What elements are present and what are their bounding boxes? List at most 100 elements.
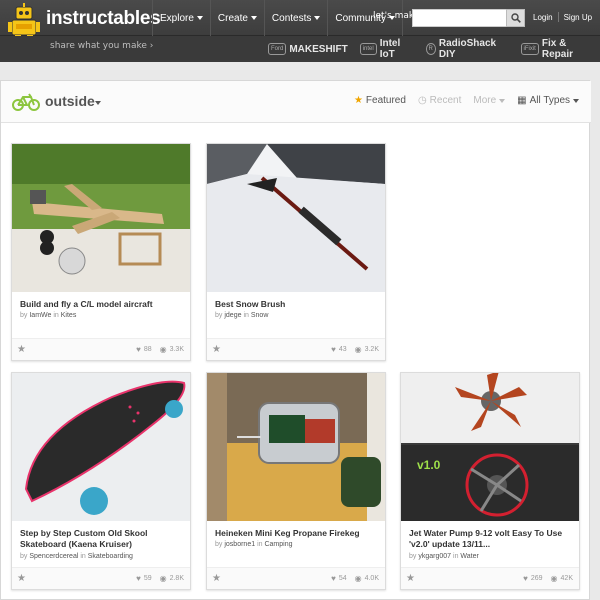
project-title[interactable]: Step by Step Custom Old Skool Skateboard… (20, 528, 185, 550)
byline-in: in (80, 553, 86, 560)
author-link[interactable]: josborne1 (224, 541, 255, 548)
project-thumbnail-image[interactable] (12, 373, 190, 521)
project-thumbnail-image[interactable] (12, 144, 190, 292)
header-sub-row: share what you make › Ford MAKESHIFT inte… (0, 36, 600, 62)
favorite-star-icon[interactable]: ★ (212, 573, 221, 584)
project-thumbnail-image[interactable] (207, 373, 385, 521)
card-stats: ♥ 43 ◉ 3.2K (323, 345, 379, 354)
project-thumbnail-image[interactable]: v1.0 (401, 373, 579, 521)
eye-icon: ◉ (550, 574, 558, 583)
byline-by: by (20, 553, 28, 560)
site-header: instructables Explore Create Contests Co… (0, 0, 600, 62)
auth-links: Login Sign Up (533, 12, 592, 22)
project-thumbnail-image[interactable] (207, 144, 385, 292)
project-byline: by IamWe in Kites (20, 312, 76, 319)
channel-link[interactable]: Camping (264, 541, 292, 548)
search-button[interactable] (506, 9, 525, 27)
card-stats: ♥ 54 ◉ 4.0K (323, 574, 379, 583)
heart-icon: ♥ (136, 345, 141, 354)
views-count: 3.2K (364, 346, 379, 353)
site-logo-text[interactable]: instructables (46, 8, 161, 30)
author-link[interactable]: jdege (224, 312, 241, 319)
project-title[interactable]: Best Snow Brush (215, 299, 380, 310)
chevron-down-icon (314, 16, 321, 20)
sponsor-links: Ford MAKESHIFT intel Intel IoT R RadioShack… (262, 36, 600, 62)
channel-link[interactable]: Snow (251, 312, 269, 319)
nav-contests[interactable]: Contests (263, 0, 327, 36)
favorite-star-icon[interactable]: ★ (17, 573, 26, 584)
filter-featured[interactable]: ★ Featured (354, 95, 406, 106)
channel-link[interactable]: Skateboarding (88, 553, 133, 560)
author-link[interactable]: ykgarg007 (418, 553, 451, 560)
search-icon (510, 13, 521, 23)
project-card[interactable]: Step by Step Custom Old Skool Skateboard… (11, 372, 191, 590)
project-card[interactable]: Heineken Mini Keg Propane Firekeg by jos… (206, 372, 386, 590)
favorites-count: 54 (338, 575, 347, 582)
sponsor-intel-iot[interactable]: intel Intel IoT (354, 36, 420, 62)
signup-link[interactable]: Sign Up (564, 13, 592, 22)
favorite-star-icon[interactable]: ★ (212, 344, 221, 355)
sponsor-radioshack-label: RadioShack DIY (438, 38, 497, 60)
author-link[interactable]: Spencerdcereal (29, 553, 78, 560)
project-title[interactable]: Heineken Mini Keg Propane Firekeg (215, 528, 380, 539)
filter-featured-label: Featured (365, 95, 406, 106)
header-main-row: instructables Explore Create Contests Co… (0, 0, 600, 45)
project-title[interactable]: Build and fly a C/L model aircraft (20, 299, 185, 310)
bicycle-icon (12, 93, 40, 111)
category-title[interactable]: outside (45, 93, 95, 109)
project-card[interactable]: Best Snow Brush by jdege in Snow ★ ♥ 43 … (206, 143, 386, 361)
divider (557, 12, 559, 22)
filter-more[interactable]: More (473, 95, 506, 106)
eye-icon: ◉ (354, 345, 362, 354)
filter-all-types[interactable]: ▦ All Types (517, 95, 579, 106)
filter-recent-label: Recent (429, 95, 462, 106)
eye-icon: ◉ (159, 345, 167, 354)
channel-link[interactable]: Water (460, 553, 478, 560)
clock-icon: ◷ (417, 95, 427, 106)
card-footer: ★ ♥ 269 ◉ 42K (401, 567, 579, 589)
filter-recent[interactable]: ◷ Recent (418, 95, 461, 106)
favorite-star-icon[interactable]: ★ (17, 344, 26, 355)
filter-bar: ★ Featured ◷ Recent More ▦ All Types (342, 95, 579, 106)
nav-create[interactable]: Create (209, 0, 264, 36)
chevron-down-icon[interactable] (95, 101, 101, 105)
author-link[interactable]: IamWe (29, 312, 51, 319)
project-card[interactable]: Build and fly a C/L model aircraft by Ia… (11, 143, 191, 361)
byline-in: in (53, 312, 59, 319)
chevron-down-icon (573, 98, 579, 103)
eye-icon: ◉ (354, 574, 362, 583)
byline-by: by (409, 553, 417, 560)
card-footer: ★ ♥ 59 ◉ 2.8K (12, 567, 190, 589)
favorite-star-icon[interactable]: ★ (406, 573, 415, 584)
favorites-count: 59 (143, 575, 152, 582)
nav-explore[interactable]: Explore (152, 0, 210, 36)
byline-in: in (257, 541, 263, 548)
main-nav: Explore Create Contests Community (152, 0, 403, 36)
heart-icon: ♥ (523, 574, 528, 583)
tagline-link[interactable]: share what you make › (50, 41, 153, 51)
project-card[interactable]: v1.0 Jet Water Pump 9-12 volt Easy To Us… (400, 372, 580, 590)
sponsor-radioshack[interactable]: R RadioShack DIY (420, 36, 515, 62)
heart-icon: ♥ (331, 574, 336, 583)
card-footer: ★ ♥ 88 ◉ 3.3K (12, 338, 190, 360)
views-count: 3.3K (169, 346, 184, 353)
project-byline: by jdege in Snow (215, 312, 268, 319)
nav-contests-label: Contests (271, 12, 312, 24)
search-input[interactable] (412, 9, 508, 27)
card-footer: ★ ♥ 43 ◉ 3.2K (207, 338, 385, 360)
grid-icon: ▦ (517, 95, 527, 106)
project-byline: by Spencerdcereal in Skateboarding (20, 553, 133, 560)
sponsor-makeshift[interactable]: Ford MAKESHIFT (262, 36, 354, 62)
project-byline: by ykgarg007 in Water (409, 553, 479, 560)
favorites-count: 88 (143, 346, 152, 353)
chevron-down-icon (196, 16, 203, 20)
login-link[interactable]: Login (533, 13, 553, 22)
favorites-count: 43 (338, 346, 347, 353)
channel-link[interactable]: Kites (61, 312, 77, 319)
sponsor-fix-repair[interactable]: iFixit Fix & Repair (515, 36, 600, 62)
filter-more-label: More (473, 95, 497, 106)
sponsor-fix-repair-label: Fix & Repair (541, 38, 573, 60)
project-title[interactable]: Jet Water Pump 9-12 volt Easy To Use 'v2… (409, 528, 574, 550)
byline-in: in (453, 553, 459, 560)
card-footer: ★ ♥ 54 ◉ 4.0K (207, 567, 385, 589)
